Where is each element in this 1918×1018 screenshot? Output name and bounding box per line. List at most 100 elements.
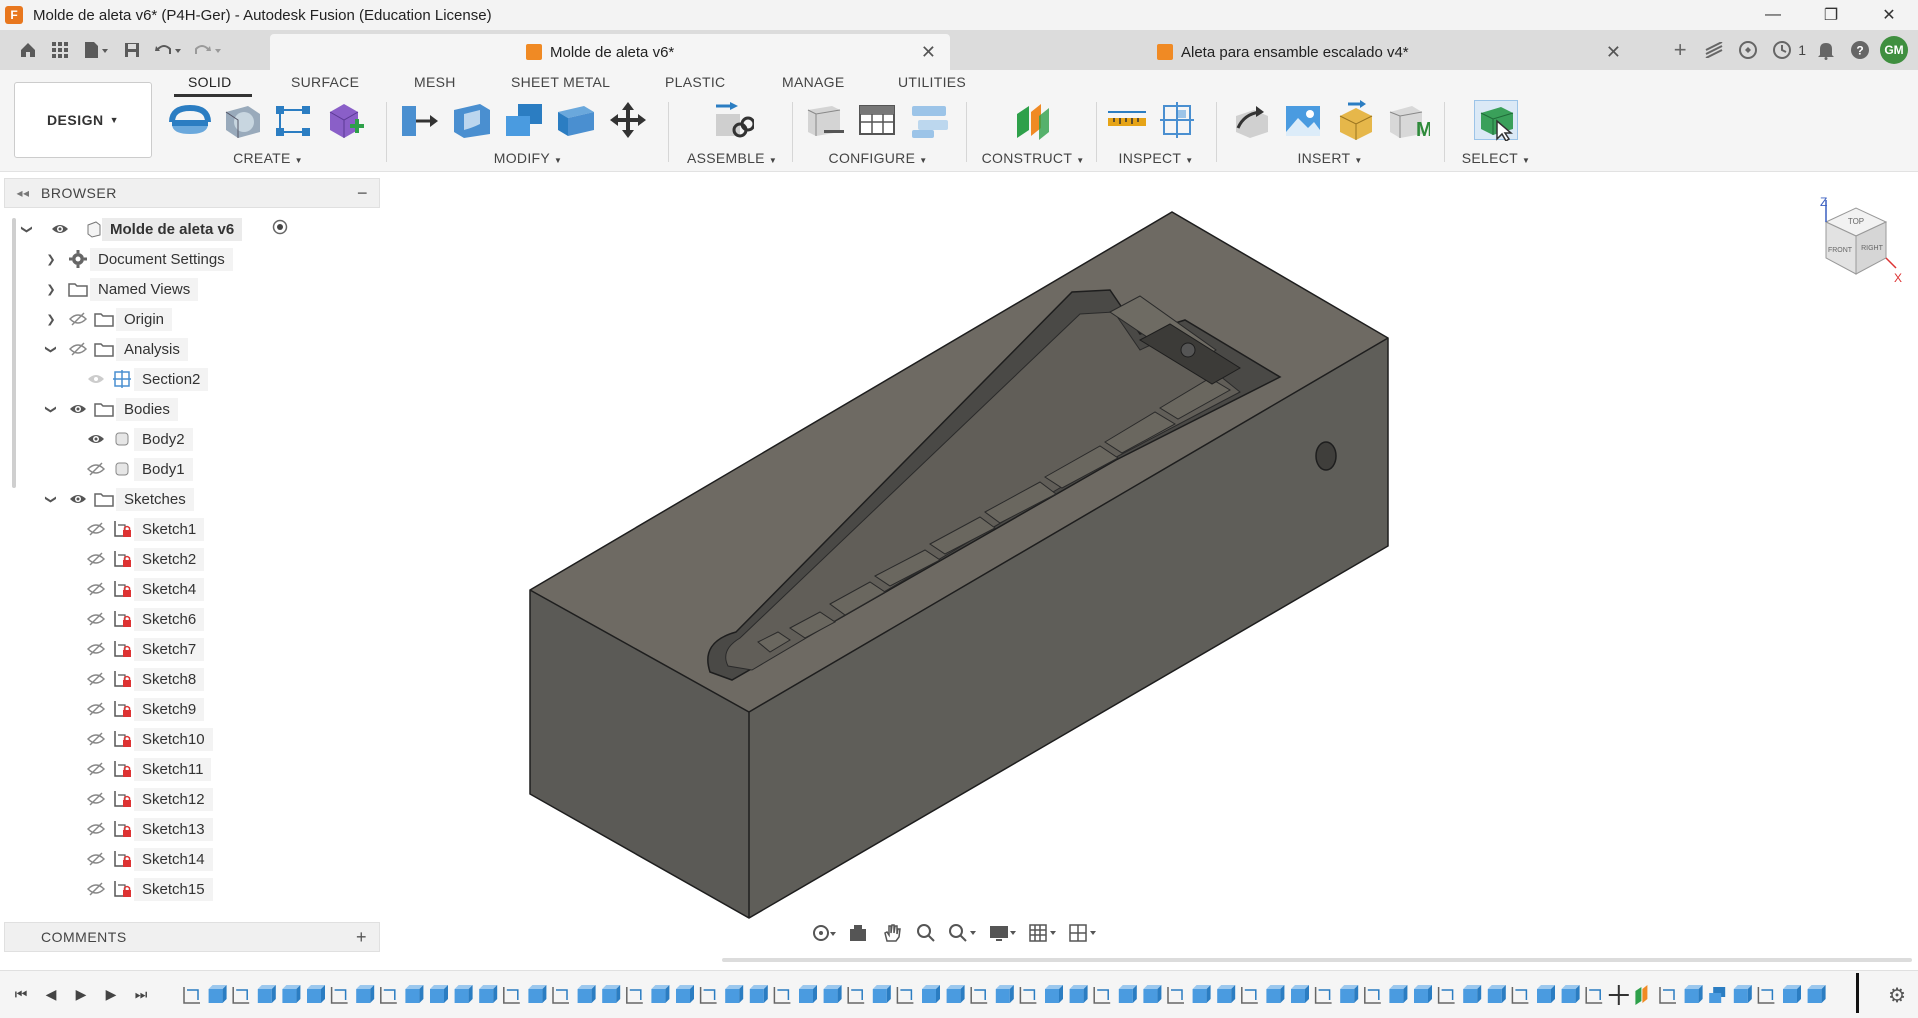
timeline-extrude-icon[interactable] bbox=[528, 985, 547, 1003]
viewports-icon[interactable] bbox=[1066, 921, 1100, 945]
step-back-icon[interactable]: ◀ bbox=[40, 983, 62, 1005]
workspace-switcher[interactable]: DESIGN ▼ bbox=[14, 82, 152, 158]
timeline-sketch-icon[interactable] bbox=[847, 987, 865, 1004]
timeline-sketch-icon[interactable] bbox=[1167, 987, 1184, 1004]
timeline-extrude-icon[interactable] bbox=[676, 985, 694, 1003]
assemble-menu[interactable]: ASSEMBLE bbox=[687, 150, 765, 166]
timeline-sketch-icon[interactable] bbox=[1659, 987, 1676, 1004]
maximize-button[interactable]: ❐ bbox=[1802, 0, 1860, 30]
timeline-extrude-icon[interactable] bbox=[1709, 987, 1726, 1003]
browser-item[interactable]: Body1 bbox=[4, 454, 380, 484]
new-component-icon[interactable] bbox=[324, 100, 368, 140]
timeline-scrollbar[interactable] bbox=[722, 958, 1912, 962]
browser-item[interactable]: ❯ Molde de aleta v6 bbox=[4, 214, 380, 244]
visibility-hidden-eye-icon[interactable] bbox=[86, 522, 106, 536]
visibility-hidden-eye-icon[interactable] bbox=[86, 822, 106, 836]
visibility-hidden-eye-icon[interactable] bbox=[86, 582, 106, 596]
tab-surface[interactable]: SURFACE bbox=[291, 74, 359, 90]
timeline-extrude-icon[interactable] bbox=[577, 985, 596, 1003]
timeline-extrude-icon[interactable] bbox=[799, 985, 817, 1003]
expand-chevron-down-icon[interactable]: ❯ bbox=[45, 492, 58, 506]
browser-item[interactable]: Sketch14 bbox=[4, 844, 380, 874]
timeline-extrude-icon[interactable] bbox=[1217, 985, 1236, 1003]
timeline-sketch-icon[interactable] bbox=[699, 987, 717, 1004]
timeline-extrude-icon[interactable] bbox=[749, 985, 768, 1003]
timeline-extrude-icon[interactable] bbox=[356, 985, 375, 1003]
timeline-extrude-icon[interactable] bbox=[602, 985, 621, 1003]
zoom-window-icon[interactable] bbox=[946, 921, 980, 945]
visibility-hidden-eye-icon[interactable] bbox=[86, 732, 106, 746]
timeline-extrude-icon[interactable] bbox=[1537, 985, 1555, 1003]
collapse-panel-icon[interactable]: ◂◂ bbox=[5, 186, 41, 200]
timeline-extrude-icon[interactable] bbox=[651, 985, 670, 1003]
construct-menu[interactable]: CONSTRUCT bbox=[982, 150, 1073, 166]
expand-chevron-down-icon[interactable]: ❯ bbox=[45, 342, 58, 356]
redo-icon[interactable] bbox=[188, 30, 228, 70]
insert-derive-icon[interactable] bbox=[1230, 100, 1274, 140]
expand-chevron-right-icon[interactable]: ❯ bbox=[44, 283, 58, 296]
timeline-sketch-icon[interactable] bbox=[552, 987, 569, 1004]
fillet-icon[interactable] bbox=[450, 100, 494, 140]
tab-aleta-para-ensamble[interactable]: Aleta para ensamble escalado v4* ✕ bbox=[955, 34, 1635, 70]
timeline-sketch-icon[interactable] bbox=[1437, 987, 1455, 1004]
timeline-extrude-icon[interactable] bbox=[454, 985, 473, 1003]
timeline-extrude-icon[interactable] bbox=[1561, 985, 1580, 1003]
job-status-icon[interactable] bbox=[1768, 36, 1796, 64]
timeline-sketch-icon[interactable] bbox=[896, 987, 914, 1004]
timeline-extrude-icon[interactable] bbox=[307, 985, 325, 1003]
expand-chevron-down-icon[interactable]: ❯ bbox=[21, 222, 34, 236]
browser-item[interactable]: ❯ Named Views bbox=[4, 274, 380, 304]
timeline-extrude-icon[interactable] bbox=[1635, 985, 1648, 1005]
section-analysis-icon[interactable] bbox=[1158, 100, 1202, 140]
browser-item[interactable]: ❯ Analysis bbox=[4, 334, 380, 364]
new-tab-button[interactable]: + bbox=[1666, 36, 1694, 64]
insert-mesh-icon[interactable] bbox=[1334, 100, 1378, 140]
timeline-extrude-icon[interactable] bbox=[1487, 985, 1506, 1003]
comments-panel[interactable]: COMMENTS + bbox=[4, 922, 380, 952]
tab-mesh[interactable]: MESH bbox=[414, 74, 456, 90]
close-window-button[interactable]: ✕ bbox=[1860, 0, 1918, 30]
create-menu[interactable]: CREATE bbox=[233, 150, 291, 166]
timeline-extrude-icon[interactable] bbox=[1291, 985, 1309, 1003]
browser-item[interactable]: Sketch1 bbox=[4, 514, 380, 544]
expand-chevron-right-icon[interactable]: ❯ bbox=[44, 253, 58, 266]
expand-chevron-down-icon[interactable]: ❯ bbox=[45, 402, 58, 416]
press-pull-icon[interactable] bbox=[398, 100, 442, 140]
browser-item[interactable]: ❯ Origin bbox=[4, 304, 380, 334]
gear-icon[interactable]: ⚙ bbox=[1888, 983, 1906, 1008]
timeline-sketch-icon[interactable] bbox=[1093, 987, 1111, 1004]
close-tab-button[interactable]: ✕ bbox=[1606, 42, 1621, 63]
zoom-icon[interactable] bbox=[912, 921, 940, 945]
timeline-extrude-icon[interactable] bbox=[282, 985, 301, 1003]
timeline-sketch-icon[interactable] bbox=[773, 987, 791, 1004]
home-icon[interactable] bbox=[12, 30, 44, 70]
modify-menu[interactable]: MODIFY bbox=[494, 150, 550, 166]
timeline-extrude-icon[interactable] bbox=[995, 985, 1014, 1003]
tab-sheet-metal[interactable]: SHEET METAL bbox=[511, 74, 610, 90]
grid-snaps-icon[interactable] bbox=[1026, 921, 1060, 945]
save-icon[interactable] bbox=[116, 30, 148, 70]
timeline-sketch-icon[interactable] bbox=[1364, 987, 1381, 1004]
browser-item[interactable]: Sketch4 bbox=[4, 574, 380, 604]
browser-item[interactable]: Body2 bbox=[4, 424, 380, 454]
browser-item[interactable]: Sketch13 bbox=[4, 814, 380, 844]
extensions-icon[interactable] bbox=[1734, 36, 1762, 64]
minimize-browser-button[interactable]: − bbox=[357, 183, 368, 204]
apps-grid-icon[interactable] bbox=[44, 30, 76, 70]
inspect-menu[interactable]: INSPECT bbox=[1119, 150, 1182, 166]
play-icon[interactable]: ▶ bbox=[70, 983, 92, 1005]
go-to-end-icon[interactable]: ⏭ bbox=[130, 983, 152, 1005]
browser-item[interactable]: Sketch11 bbox=[4, 754, 380, 784]
timeline-extrude-icon[interactable] bbox=[1143, 985, 1162, 1003]
timeline-sketch-icon[interactable] bbox=[626, 987, 643, 1004]
browser-item[interactable]: Sketch8 bbox=[4, 664, 380, 694]
timeline-extrude-icon[interactable] bbox=[1340, 985, 1359, 1003]
browser-item[interactable]: Sketch12 bbox=[4, 784, 380, 814]
notifications-bell-icon[interactable] bbox=[1812, 36, 1840, 64]
timeline-extrude-icon[interactable] bbox=[1463, 985, 1482, 1003]
insert-menu[interactable]: INSERT bbox=[1297, 150, 1350, 166]
tab-molde-de-aleta[interactable]: Molde de aleta v6* ✕ bbox=[270, 34, 950, 70]
close-tab-button[interactable]: ✕ bbox=[921, 42, 936, 63]
timeline-features[interactable] bbox=[180, 979, 1850, 1011]
timeline-sketch-icon[interactable] bbox=[1585, 987, 1603, 1004]
